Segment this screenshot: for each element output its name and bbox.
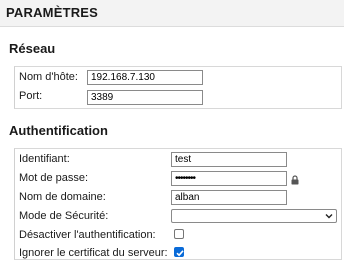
port-field[interactable]: 3389 <box>87 90 203 105</box>
security-mode-select[interactable] <box>171 209 337 223</box>
port-label: Port: <box>19 90 43 102</box>
password-field[interactable]: •••••••• <box>171 171 287 186</box>
domain-label: Nom de domaine: <box>19 191 106 203</box>
ignore-cert-checkbox[interactable] <box>174 247 184 257</box>
auth-section-title: Authentification <box>9 123 108 138</box>
checkmark-icon <box>176 250 184 257</box>
hostname-field[interactable]: 192.168.7.130 <box>87 70 203 85</box>
page-title: PARAMÈTRES <box>6 5 99 20</box>
disable-auth-label: Désactiver l'authentification: <box>19 229 156 241</box>
network-panel: Nom d'hôte: 192.168.7.130 Port: 3389 <box>14 66 342 109</box>
username-label: Identifiant: <box>19 153 70 165</box>
network-section-title: Réseau <box>9 41 56 56</box>
password-label: Mot de passe: <box>19 172 89 184</box>
chevron-down-icon <box>325 214 333 219</box>
domain-field[interactable]: alban <box>171 190 287 205</box>
username-field[interactable]: test <box>171 152 287 167</box>
settings-header: PARAMÈTRES <box>0 0 344 27</box>
hostname-label: Nom d'hôte: <box>19 71 78 83</box>
lock-icon <box>291 175 299 185</box>
security-mode-label: Mode de Sécurité: <box>19 210 109 222</box>
auth-panel: Identifiant: test Mot de passe: ••••••••… <box>14 148 342 260</box>
disable-auth-checkbox[interactable] <box>174 229 184 239</box>
ignore-cert-label: Ignorer le certificat du serveur: <box>19 247 168 259</box>
